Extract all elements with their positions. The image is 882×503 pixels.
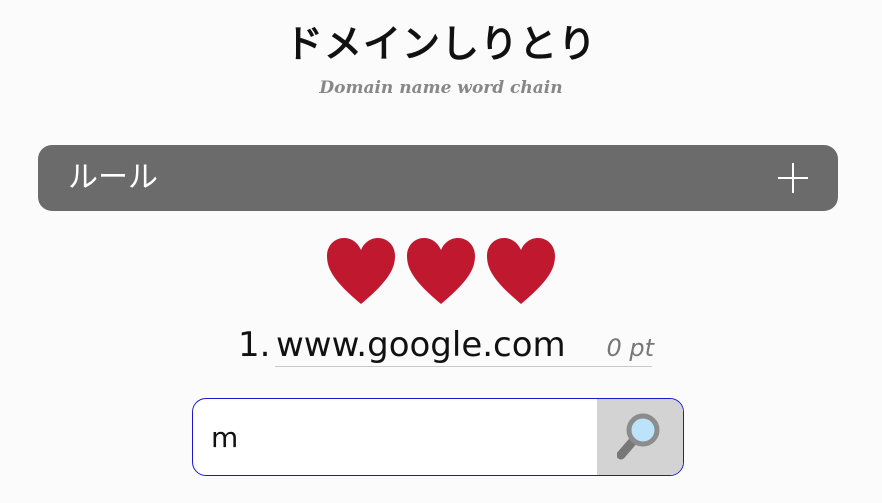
magnifying-glass-icon	[617, 413, 660, 460]
page-title: ドメインしりとり	[284, 22, 597, 66]
history-entry: 1. www.google.com 0 pt	[0, 320, 882, 370]
plus-icon	[778, 163, 808, 193]
search-button[interactable]	[597, 399, 683, 475]
entry-domain: www.google.com	[276, 325, 566, 365]
heart-icon	[487, 238, 555, 304]
entry-number: 1.	[238, 325, 271, 365]
page: ドメインしりとり Domain name word chain ルール 1. w…	[0, 0, 882, 503]
heart-icon	[407, 238, 475, 304]
rules-accordion-toggle[interactable]: ルール	[38, 145, 838, 211]
rules-label: ルール	[68, 160, 158, 195]
entry-underline	[275, 366, 652, 367]
lives-hearts	[0, 236, 882, 308]
entry-points: 0 pt	[606, 334, 654, 362]
heart-icon	[327, 238, 395, 304]
domain-search-box	[192, 398, 684, 476]
page-subtitle: Domain name word chain	[319, 78, 563, 98]
domain-input[interactable]	[193, 399, 598, 475]
